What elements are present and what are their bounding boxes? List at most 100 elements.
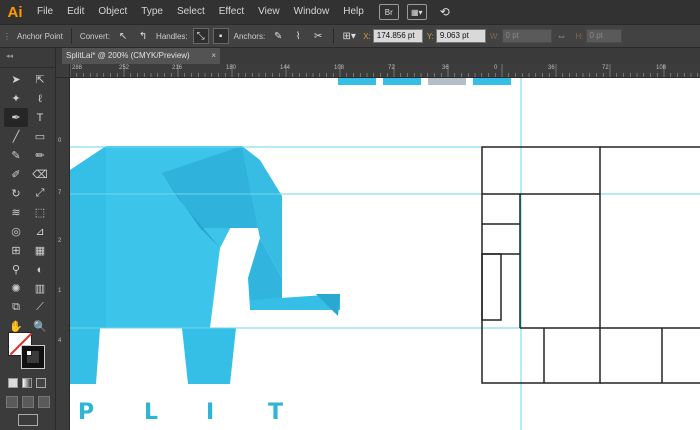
menu-file[interactable]: File	[30, 0, 60, 24]
none-mode-icon[interactable]	[36, 378, 46, 388]
wordmark-letter: I	[206, 400, 215, 425]
slice-tool-icon[interactable]: ⟋	[28, 298, 52, 317]
rectangle-tool-icon[interactable]: ▭	[28, 127, 52, 146]
tools-panel-grip[interactable]: ◂◂	[0, 48, 55, 68]
layout-frames[interactable]	[481, 146, 700, 384]
y-label: Y:	[426, 31, 434, 41]
w-label: W:	[489, 31, 500, 41]
x-input[interactable]: 174.856 pt	[372, 29, 423, 43]
y-input[interactable]: 9.063 pt	[435, 29, 486, 43]
gradient-mode-icon[interactable]	[22, 378, 32, 388]
wordmark-letter: L	[144, 400, 159, 425]
menu-object[interactable]: Object	[91, 0, 134, 24]
draw-inside-icon[interactable]	[38, 396, 50, 408]
cut-path-icon[interactable]: ✂	[310, 28, 326, 44]
menu-window[interactable]: Window	[287, 0, 337, 24]
align-dropdown-icon[interactable]: ⊞▾	[341, 28, 357, 44]
bridge-button[interactable]: Br	[378, 4, 399, 20]
perspective-grid-tool-icon[interactable]: ⊿	[28, 222, 52, 241]
scale-tool-icon[interactable]: ⤢	[28, 184, 52, 203]
horizontal-ruler[interactable]: 288 252 216 180 144 108 72 36 0 36 72 10…	[70, 64, 700, 78]
blend-tool-icon[interactable]: ◐	[28, 260, 52, 279]
ruler-label: 36	[442, 65, 449, 71]
color-block[interactable]	[473, 78, 511, 85]
color-block[interactable]	[428, 78, 466, 85]
pencil-tool-icon[interactable]: ✏	[28, 146, 52, 165]
eyedropper-tool-icon[interactable]: ⚲	[4, 260, 28, 279]
origami-elephant[interactable]	[70, 146, 340, 384]
ruler-label: 108	[334, 65, 345, 71]
convert-smooth-icon[interactable]: ↰	[135, 28, 151, 44]
color-block[interactable]	[383, 78, 421, 85]
eraser-tool-icon[interactable]: ⌫	[28, 165, 52, 184]
mesh-tool-icon[interactable]: ⊞	[4, 241, 28, 260]
type-tool-icon[interactable]: T	[28, 108, 52, 127]
document-tab-title: SplitLai* @ 200% (CMYK/Preview)	[66, 51, 190, 60]
menu-select[interactable]: Select	[170, 0, 212, 24]
hide-handles-icon[interactable]: ▪	[212, 28, 229, 44]
ruler-origin[interactable]	[56, 64, 70, 78]
w-input[interactable]: 0 pt	[501, 29, 552, 43]
shape-builder-tool-icon[interactable]: ◎	[4, 222, 28, 241]
ruler-label: 288	[72, 65, 83, 71]
symbol-sprayer-tool-icon[interactable]: ✺	[4, 279, 28, 298]
connect-anchors-icon[interactable]: ⌇	[290, 28, 306, 44]
color-mode-row	[8, 378, 46, 388]
rotate-tool-icon[interactable]: ↻	[4, 184, 28, 203]
width-tool-icon[interactable]: ≋	[4, 203, 28, 222]
column-graph-tool-icon[interactable]: ▥	[28, 279, 52, 298]
ruler-label: 144	[280, 65, 291, 71]
ruler-label: 216	[172, 65, 183, 71]
draw-behind-icon[interactable]	[22, 396, 34, 408]
free-transform-tool-icon[interactable]: ⬚	[28, 203, 52, 222]
color-block[interactable]	[338, 78, 376, 85]
lasso-tool-icon[interactable]: ℓ	[28, 89, 52, 108]
close-icon[interactable]: ×	[211, 48, 216, 64]
artwork	[70, 78, 700, 430]
tools-panel: ◂◂ ➤ ⇱ ✦ ℓ ✒ T ╱ ▭ ✎ ✏ ✐ ⌫ ↻ ⤢ ≋ ⬚ ◎ ⊿ ⊞…	[0, 48, 56, 430]
ruler-label: 180	[226, 65, 237, 71]
line-tool-icon[interactable]: ╱	[4, 127, 28, 146]
ruler-label: 36	[548, 65, 555, 71]
menu-view[interactable]: View	[251, 0, 287, 24]
arrange-documents-icon[interactable]: ▦▾	[406, 4, 427, 20]
ruler-label: 7	[58, 190, 62, 196]
ruler-label: 72	[388, 65, 395, 71]
remove-anchor-icon[interactable]: ✎	[270, 28, 286, 44]
draw-mode-row	[6, 396, 50, 408]
handles-label: Handles:	[156, 31, 188, 41]
pen-tool-icon[interactable]: ✒	[4, 108, 28, 127]
ruler-label: 0	[494, 65, 498, 71]
menu-edit[interactable]: Edit	[60, 0, 91, 24]
fill-stroke-swatches[interactable]	[6, 330, 52, 378]
menu-bar: Ai File Edit Object Type Select Effect V…	[0, 0, 700, 24]
blob-brush-tool-icon[interactable]: ✐	[4, 165, 28, 184]
gradient-tool-icon[interactable]: ▦	[28, 241, 52, 260]
stroke-swatch[interactable]	[21, 345, 45, 369]
ruler-label: 0	[58, 138, 62, 144]
draw-normal-icon[interactable]	[6, 396, 18, 408]
paintbrush-tool-icon[interactable]: ✎	[4, 146, 28, 165]
ruler-label: 108	[656, 65, 667, 71]
h-input[interactable]: 0 pt	[585, 29, 622, 43]
anchors-label: Anchors:	[233, 31, 266, 41]
artboard-tool-icon[interactable]: ⧉	[4, 298, 28, 317]
convert-corner-icon[interactable]: ↖	[115, 28, 131, 44]
link-proportions-icon[interactable]: ⇔	[554, 28, 570, 44]
menu-type[interactable]: Type	[134, 0, 170, 24]
gpu-performance-icon[interactable]: ⟲	[435, 4, 455, 20]
show-handles-icon[interactable]: ⤡	[192, 28, 209, 44]
direct-selection-tool-icon[interactable]: ⇱	[28, 70, 52, 89]
split-wordmark[interactable]: P L I T	[70, 400, 700, 430]
selection-tool-icon[interactable]: ➤	[4, 70, 28, 89]
color-mode-icon[interactable]	[8, 378, 18, 388]
document-tab[interactable]: SplitLai* @ 200% (CMYK/Preview) ×	[62, 48, 220, 64]
artboard-canvas[interactable]: P L I T	[70, 78, 700, 430]
vertical-ruler[interactable]: 0 7 2 1 4	[56, 78, 70, 430]
ruler-label: 252	[119, 65, 130, 71]
menu-help[interactable]: Help	[336, 0, 371, 24]
magic-wand-tool-icon[interactable]: ✦	[4, 89, 28, 108]
screen-mode-icon[interactable]	[18, 414, 38, 426]
menu-effect[interactable]: Effect	[212, 0, 251, 24]
wordmark-letter: T	[268, 400, 284, 425]
